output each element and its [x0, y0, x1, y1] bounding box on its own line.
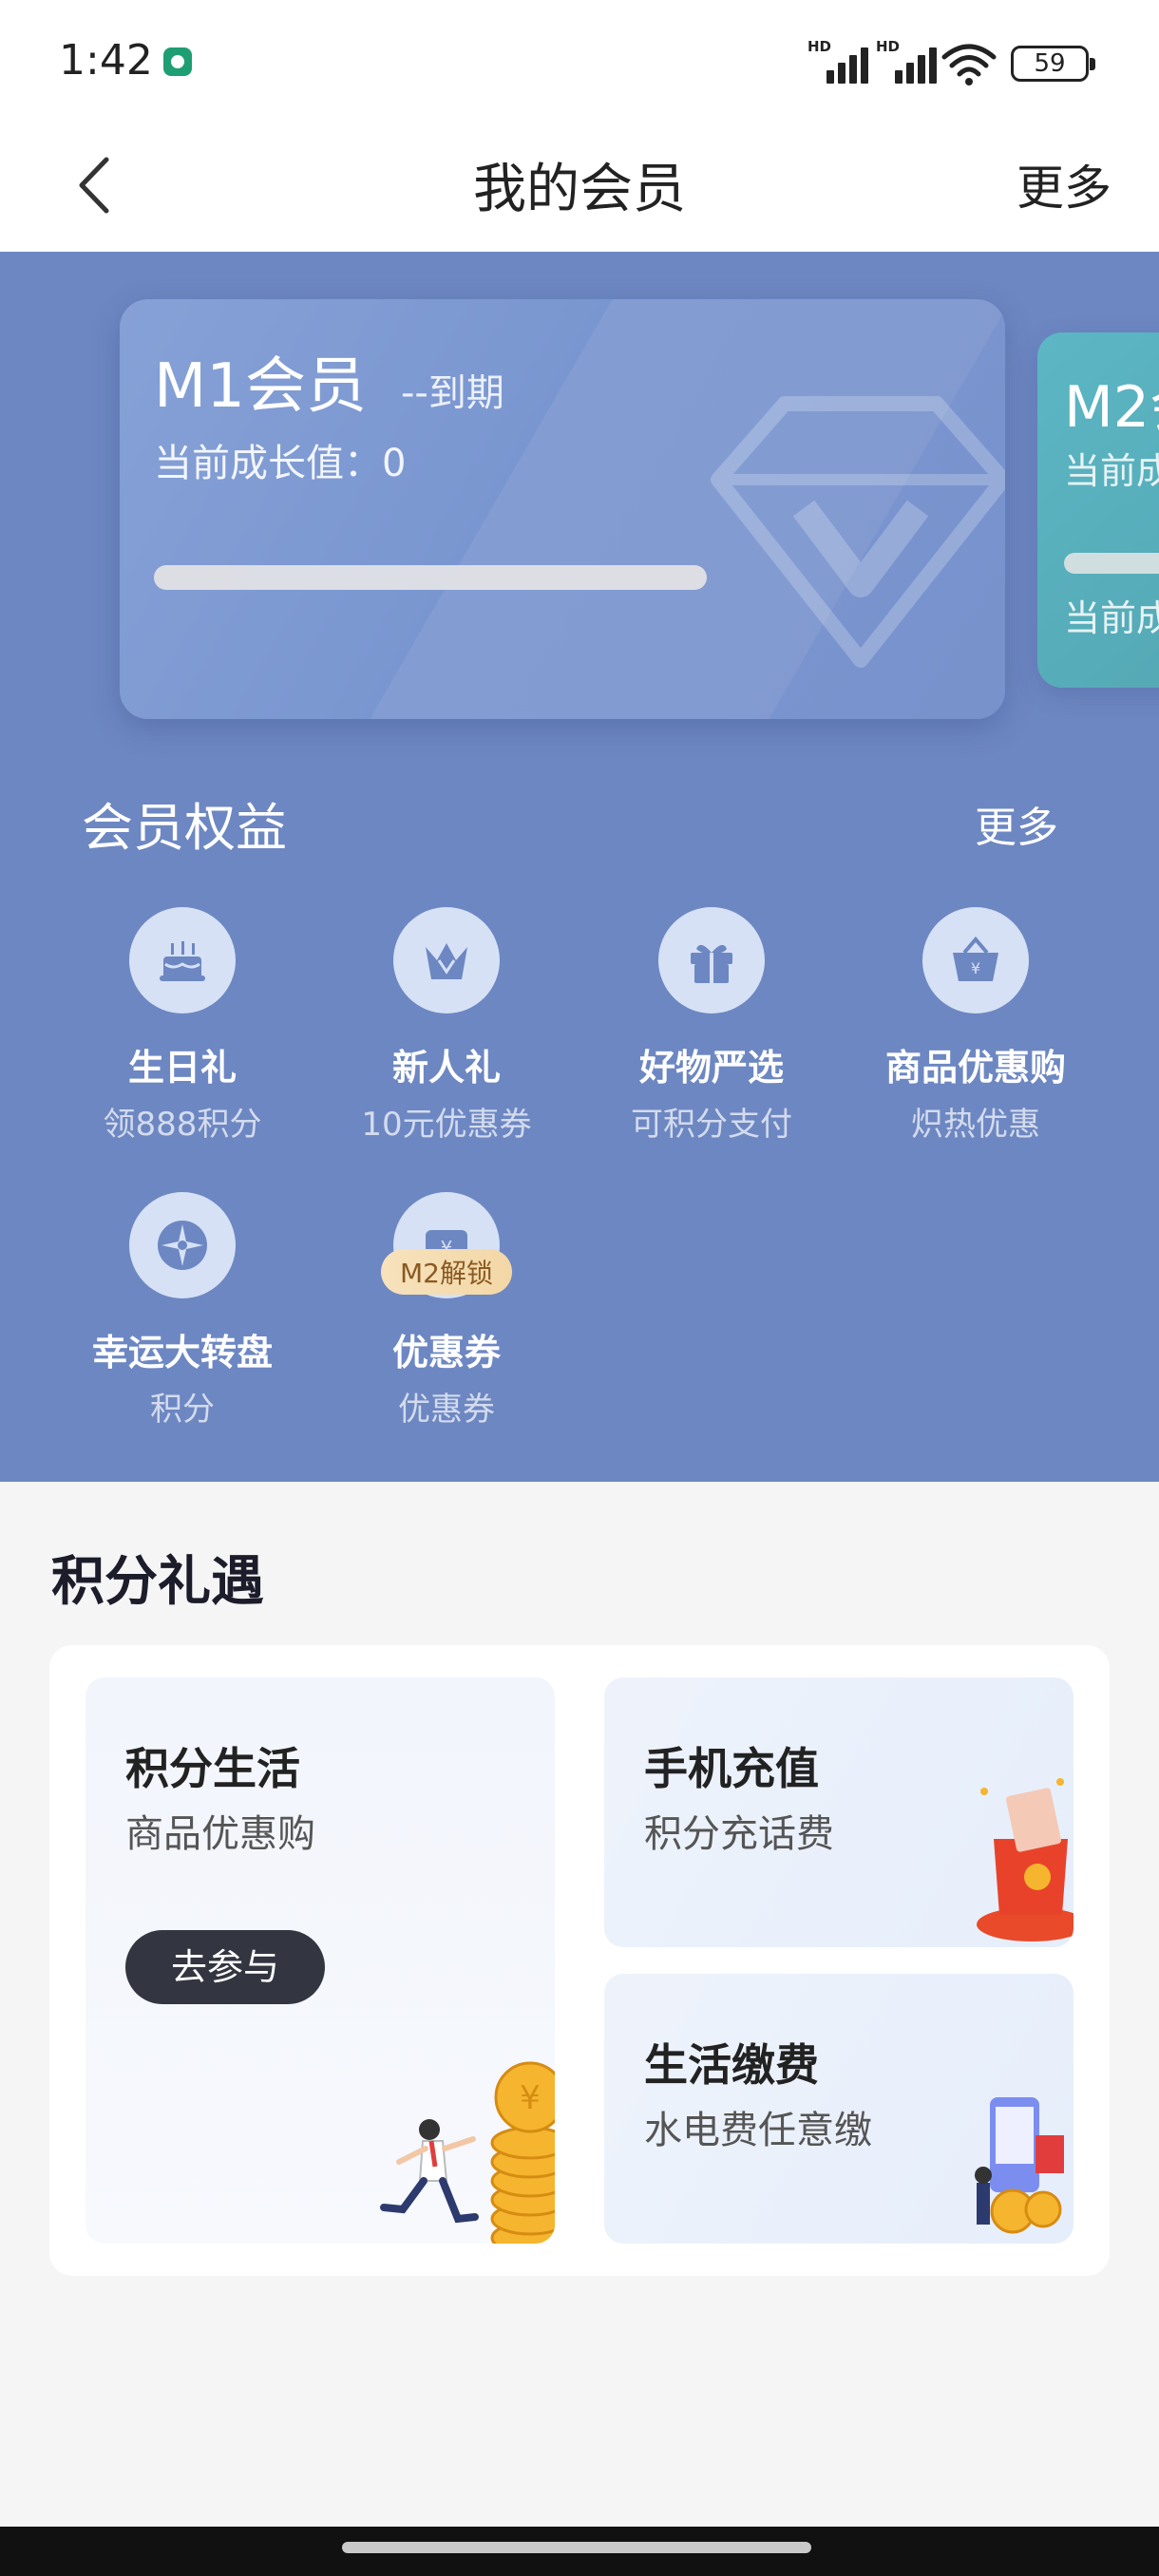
benefit-selection[interactable]: 好物严选 可积分支付 [588, 907, 835, 1145]
member-level: M2会员 [1064, 374, 1159, 441]
crown-icon [393, 907, 500, 1013]
card-subtitle: 积分充话费 [644, 1812, 834, 1856]
benefit-sub: 优惠券 [398, 1391, 495, 1429]
benefit-newcomer[interactable]: 新人礼 10元优惠券 [323, 907, 570, 1145]
points-life-card[interactable]: 积分生活 商品优惠购 去参与 ¥ [86, 1677, 555, 2244]
basket-icon: ¥ [922, 907, 1029, 1013]
page-title: 我的会员 [473, 159, 686, 220]
gift-icon [658, 907, 765, 1013]
m2-unlock-badge: M2解锁 [381, 1249, 512, 1295]
benefit-sub: 积分 [150, 1391, 215, 1429]
battery-icon: 59 [1011, 46, 1095, 82]
more-button[interactable]: 更多 [1016, 150, 1112, 218]
growth-progress-bar [1064, 553, 1159, 574]
rights-title: 会员权益 [82, 798, 287, 858]
points-panel: 积分生活 商品优惠购 去参与 ¥ 手机充值 积分充话费 生活缴费 水电费任意缴 [49, 1645, 1110, 2276]
runner-coins-illustration: ¥ [380, 2061, 555, 2244]
growth-progress-bar [154, 565, 707, 590]
benefit-lucky-wheel[interactable]: 幸运大转盘 积分 [59, 1192, 306, 1430]
points-section-title: 积分礼遇 [51, 1551, 264, 1613]
coupon-icon: ¥ M2解锁 [381, 1192, 512, 1298]
home-indicator[interactable] [342, 2542, 811, 2553]
benefit-coupon[interactable]: ¥ M2解锁 优惠券 优惠券 [323, 1192, 570, 1430]
benefit-discount[interactable]: ¥ 商品优惠购 炽热优惠 [852, 907, 1099, 1145]
diamond-icon [711, 396, 1005, 668]
benefit-sub: 炽热优惠 [911, 1106, 1040, 1144]
signal-2-icon: HD [876, 38, 944, 84]
life-payment-card[interactable]: 生活缴费 水电费任意缴 [604, 1974, 1074, 2244]
battery-level: 59 [1034, 49, 1066, 78]
member-card-m2[interactable]: M2会员 当前成长值 当前成长值 [1037, 332, 1159, 688]
benefit-label: 生日礼 [127, 1047, 237, 1089]
cake-icon [129, 907, 236, 1013]
member-card-m1[interactable]: M1会员 --到期 当前成长值：0 [120, 299, 1005, 719]
benefit-sub: 可积分支付 [631, 1106, 792, 1144]
card-title: 生活缴费 [644, 2039, 819, 2091]
status-bar: 1:42 HD HD 59 [0, 0, 1159, 123]
wifi-icon [941, 44, 997, 85]
svg-text:¥: ¥ [971, 959, 980, 977]
phone-topup-card[interactable]: 手机充值 积分充话费 [604, 1677, 1074, 1947]
card-title: 手机充值 [644, 1743, 819, 1794]
red-envelope-illustration [977, 1778, 1074, 1941]
growth-value: 当前成长值 [1064, 450, 1159, 492]
benefit-label: 好物严选 [638, 1047, 784, 1089]
status-time: 1:42 [59, 36, 153, 85]
card-title: 积分生活 [125, 1743, 300, 1794]
benefit-label: 优惠券 [391, 1332, 501, 1373]
signal-1-icon: HD [808, 38, 876, 84]
join-button[interactable]: 去参与 [125, 1930, 325, 2004]
growth-desc: 当前成长值 [1064, 597, 1159, 639]
benefit-sub: 领888积分 [103, 1106, 262, 1144]
benefit-label: 幸运大转盘 [91, 1332, 273, 1373]
benefit-label: 新人礼 [391, 1047, 501, 1089]
growth-value: 当前成长值：0 [154, 442, 407, 485]
member-level: M1会员 [154, 351, 367, 422]
benefit-birthday[interactable]: 生日礼 领888积分 [59, 907, 306, 1145]
wheel-icon [129, 1192, 236, 1298]
svg-text:¥: ¥ [520, 2079, 541, 2117]
hd-label: HD [808, 38, 832, 55]
card-subtitle: 商品优惠购 [125, 1812, 315, 1856]
nav-bar: 我的会员 更多 [0, 123, 1159, 252]
card-subtitle: 水电费任意缴 [644, 2109, 872, 2152]
member-hero: M1会员 --到期 当前成长值：0 M2会员 当前成长值 当前成长值 会员权益 … [0, 252, 1159, 1482]
hd-label: HD [876, 38, 901, 55]
benefit-sub: 10元优惠券 [361, 1106, 532, 1144]
app-notification-icon [163, 47, 192, 76]
payment-phone-illustration [975, 2097, 1064, 2234]
benefit-label: 商品优惠购 [884, 1047, 1066, 1089]
rights-more-button[interactable]: 更多 [975, 793, 1058, 854]
member-expire: --到期 [401, 371, 504, 415]
